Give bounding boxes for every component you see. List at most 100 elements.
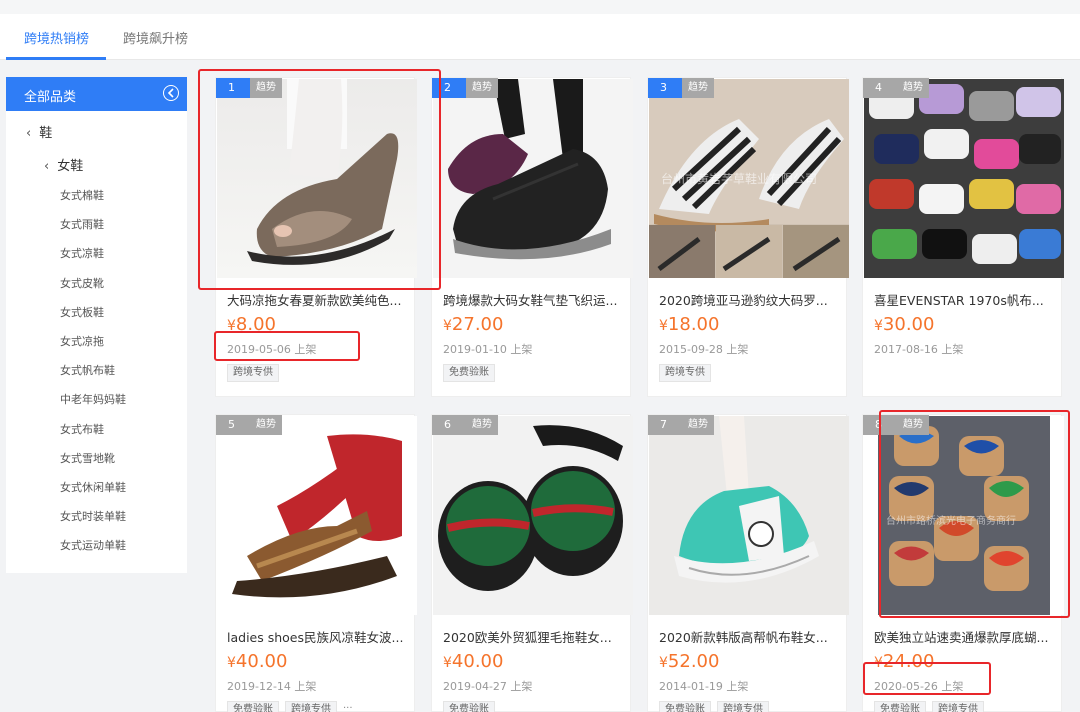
product-title[interactable]: 2020欧美外贸狐狸毛拖鞋女... xyxy=(443,627,627,646)
price-value: 8.00 xyxy=(235,314,276,335)
trend-label: 趋势 xyxy=(897,78,929,98)
subcategory-item[interactable]: 女式布鞋 xyxy=(60,421,126,450)
tag-list: 跨境专供 xyxy=(227,364,279,382)
chevron-left-icon: ‹ xyxy=(26,126,32,141)
currency-symbol: ¥ xyxy=(227,655,236,671)
trend-label: 趋势 xyxy=(250,415,282,435)
price-value: 30.00 xyxy=(882,314,935,335)
product-title[interactable]: 欧美独立站速卖通爆款厚底蝴... xyxy=(874,627,1058,646)
more-tags[interactable]: ··· xyxy=(343,701,353,712)
price-value: 40.00 xyxy=(451,651,504,672)
listing-date: 2014-01-19 上架 xyxy=(659,680,749,693)
currency-symbol: ¥ xyxy=(443,318,452,334)
tag-list: 免费验账 xyxy=(443,701,495,712)
watermark: 台州市路桥滨光电子商务商行 xyxy=(886,514,1016,527)
rank-number: 8 xyxy=(863,415,897,435)
tag: 跨境专供 xyxy=(932,701,984,712)
rank-number: 3 xyxy=(648,78,682,98)
price-value: 40.00 xyxy=(235,651,288,672)
tag: 免费验账 xyxy=(227,701,279,712)
product-title[interactable]: ladies shoes民族风凉鞋女波... xyxy=(227,627,411,646)
product-price: ¥40.00 xyxy=(227,651,287,672)
listing-date: 2015-09-28 上架 xyxy=(659,343,749,356)
currency-symbol: ¥ xyxy=(443,655,452,671)
product-image[interactable]: 台州市路桥滨光电子商务商行 xyxy=(864,416,1064,615)
listing-date: 2020-05-26 上架 xyxy=(874,680,964,693)
rank-badge: 3 趋势 xyxy=(648,78,714,98)
active-tab-indicator xyxy=(6,57,106,60)
currency-symbol: ¥ xyxy=(874,318,883,334)
product-card[interactable]: 7 趋势 2020新款韩版高帮帆布鞋女... ¥52.00 2014-01-19… xyxy=(647,414,849,712)
rank-number: 5 xyxy=(216,415,250,435)
product-card[interactable]: 台州市路桥滨光电子商务商行 8 趋势 欧美独立站速卖通爆款厚底蝴... ¥24.… xyxy=(862,414,1064,712)
product-card[interactable]: 台州市黄岩芋草鞋业有限公司 3 趋势 2020跨境亚马逊豹纹大码罗... ¥18… xyxy=(647,77,849,397)
trend-label: 趋势 xyxy=(466,415,498,435)
subcategory-item[interactable]: 女式板鞋 xyxy=(60,304,126,333)
subcategory-item[interactable]: 女式运动单鞋 xyxy=(60,537,126,566)
rank-badge: 4 趋势 xyxy=(863,78,929,98)
tag-list: 跨境专供 xyxy=(659,364,711,382)
tab-hot-sales[interactable]: 跨境热销榜 xyxy=(24,28,89,47)
tag: 跨境专供 xyxy=(659,364,711,382)
tag: 免费验账 xyxy=(443,701,495,712)
product-card[interactable]: 6 趋势 2020欧美外贸狐狸毛拖鞋女... ¥40.00 2019-04-27… xyxy=(431,414,633,712)
product-price: ¥40.00 xyxy=(443,651,503,672)
tag-list: 免费验账 跨境专供 ··· xyxy=(227,701,353,712)
tag-list: 免费验账 跨境专供 xyxy=(874,701,984,712)
product-card[interactable]: 5 趋势 ladies shoes民族风凉鞋女波... ¥40.00 2019-… xyxy=(215,414,417,712)
product-image[interactable] xyxy=(649,416,849,615)
currency-symbol: ¥ xyxy=(874,655,883,671)
tag: 跨境专供 xyxy=(227,364,279,382)
trend-label: 趋势 xyxy=(897,415,929,435)
rank-number: 2 xyxy=(432,78,466,98)
rank-number: 1 xyxy=(216,78,250,98)
product-title[interactable]: 跨境爆款大码女鞋气垫飞织运... xyxy=(443,290,627,309)
subcategory-item[interactable]: 女式棉鞋 xyxy=(60,187,126,216)
product-title[interactable]: 2020跨境亚马逊豹纹大码罗... xyxy=(659,290,843,309)
product-price: ¥27.00 xyxy=(443,314,503,335)
product-title[interactable]: 喜星EVENSTAR 1970s帆布... xyxy=(874,290,1058,309)
subcategory-item[interactable]: 女式凉鞋 xyxy=(60,245,126,274)
subcategory-item[interactable]: 女式时装单鞋 xyxy=(60,508,126,537)
subcategory-item[interactable]: 女式皮靴 xyxy=(60,275,126,304)
category-womens-shoes[interactable]: ‹ 女鞋 xyxy=(44,155,83,174)
all-categories-header[interactable]: 全部品类 xyxy=(6,77,187,111)
product-image[interactable] xyxy=(217,79,417,278)
product-image[interactable]: 台州市黄岩芋草鞋业有限公司 xyxy=(649,79,849,278)
product-price: ¥8.00 xyxy=(227,314,276,335)
subcategory-item[interactable]: 女式凉拖 xyxy=(60,333,126,362)
rank-badge: 5 趋势 xyxy=(216,415,282,435)
trend-label: 趋势 xyxy=(682,78,714,98)
rank-badge: 1 趋势 xyxy=(216,78,282,98)
listing-date: 2017-08-16 上架 xyxy=(874,343,964,356)
product-card[interactable]: 4 趋势 喜星EVENSTAR 1970s帆布... ¥30.00 2017-0… xyxy=(862,77,1064,397)
subcategory-item[interactable]: 女式雪地靴 xyxy=(60,450,126,479)
category-sidebar: 全部品类 ‹ 鞋 ‹ 女鞋 女式棉鞋 女式雨鞋 女式凉鞋 女式皮靴 女式板鞋 女式凉… xyxy=(6,77,187,573)
product-image[interactable] xyxy=(433,416,633,615)
all-categories-label: 全部品类 xyxy=(24,90,77,105)
product-price: ¥52.00 xyxy=(659,651,719,672)
product-card[interactable]: 1 趋势 大码凉拖女春夏新款欧美纯色... ¥8.00 2019-05-06 上… xyxy=(215,77,417,397)
subcategory-item[interactable]: 女式休闲单鞋 xyxy=(60,479,126,508)
trend-label: 趋势 xyxy=(466,78,498,98)
tag: 免费验账 xyxy=(659,701,711,712)
product-card[interactable]: 2 趋势 跨境爆款大码女鞋气垫飞织运... ¥27.00 2019-01-10 … xyxy=(431,77,633,397)
tab-rising[interactable]: 跨境飙升榜 xyxy=(123,28,188,47)
product-title[interactable]: 大码凉拖女春夏新款欧美纯色... xyxy=(227,290,411,309)
listing-date: 2019-01-10 上架 xyxy=(443,343,533,356)
rank-badge: 6 趋势 xyxy=(432,415,498,435)
trend-label: 趋势 xyxy=(250,78,282,98)
product-image[interactable] xyxy=(864,79,1064,278)
subcategory-item[interactable]: 中老年妈妈鞋 xyxy=(60,391,126,420)
collapse-icon[interactable] xyxy=(163,85,179,101)
currency-symbol: ¥ xyxy=(227,318,236,334)
product-image[interactable] xyxy=(433,79,633,278)
subcategory-item[interactable]: 女式帆布鞋 xyxy=(60,362,126,391)
product-image[interactable] xyxy=(217,416,417,615)
rank-badge: 2 趋势 xyxy=(432,78,498,98)
chevron-left-icon: ‹ xyxy=(44,159,50,174)
subcategory-item[interactable]: 女式雨鞋 xyxy=(60,216,126,245)
category-shoes[interactable]: ‹ 鞋 xyxy=(26,122,52,141)
currency-symbol: ¥ xyxy=(659,655,668,671)
product-title[interactable]: 2020新款韩版高帮帆布鞋女... xyxy=(659,627,843,646)
